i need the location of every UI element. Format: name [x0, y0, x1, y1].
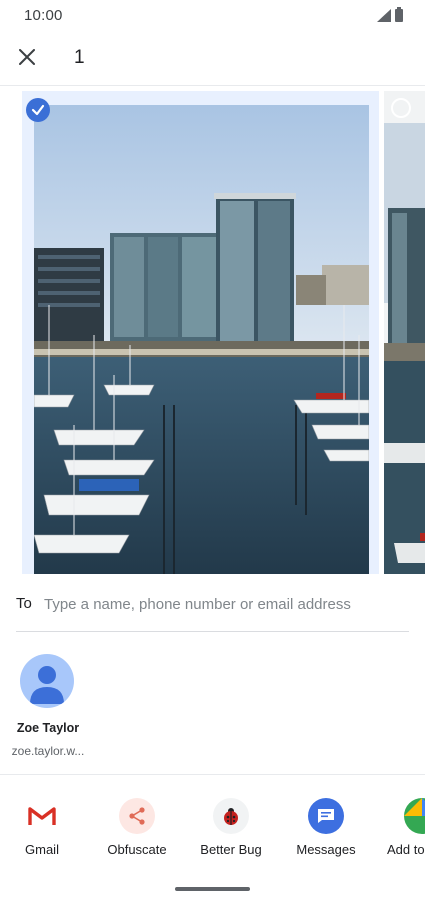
battery-icon	[395, 7, 403, 22]
app-label: Add to	[387, 842, 425, 857]
app-messages[interactable]: Messages	[281, 796, 371, 866]
selected-count: 1	[74, 47, 85, 68]
app-gmail[interactable]: Gmail	[0, 796, 87, 866]
contact-suggestion[interactable]: Zoe Taylor zoe.taylor.w...	[6, 650, 90, 762]
selected-check[interactable]	[26, 98, 50, 122]
gmail-icon	[24, 798, 60, 834]
app-better-bug[interactable]: Better Bug	[186, 796, 276, 866]
home-indicator[interactable]	[175, 887, 250, 891]
status-icons	[377, 7, 403, 22]
recipient-input[interactable]	[44, 592, 404, 616]
person-icon	[30, 666, 64, 704]
contact-email: zoe.taylor.w...	[11, 744, 85, 758]
signal-icon	[377, 9, 391, 22]
app-label: Obfuscate	[107, 842, 167, 857]
select-circle[interactable]	[391, 98, 411, 118]
status-bar: 10:00	[0, 0, 425, 32]
photo-card-unselected[interactable]	[384, 91, 425, 574]
recipient-row: To	[16, 586, 409, 632]
messages-icon	[308, 798, 344, 834]
to-label: To	[16, 595, 32, 612]
check-icon	[31, 104, 45, 116]
share-icon	[119, 798, 155, 834]
ladybug-icon	[213, 798, 249, 834]
photo-card-selected[interactable]	[22, 91, 379, 574]
close-icon	[19, 49, 35, 65]
app-label: Messages	[296, 842, 356, 857]
app-obfuscate[interactable]: Obfuscate	[92, 796, 182, 866]
photo-thumbnail	[384, 123, 425, 574]
contact-name: Zoe Taylor	[16, 721, 80, 735]
app-add-to-maps[interactable]: Add to	[364, 796, 425, 866]
avatar	[20, 654, 74, 708]
photo-strip[interactable]	[0, 87, 425, 577]
app-label: Gmail	[25, 842, 59, 857]
app-label: Better Bug	[200, 842, 262, 857]
photo-thumbnail	[34, 105, 369, 574]
share-apps-row: Gmail Obfuscate Better Bug Messages Add …	[0, 796, 425, 866]
divider	[0, 774, 425, 775]
maps-icon	[404, 798, 425, 834]
close-button[interactable]	[10, 40, 44, 74]
status-time: 10:00	[24, 7, 63, 24]
top-bar: 1	[0, 32, 425, 86]
